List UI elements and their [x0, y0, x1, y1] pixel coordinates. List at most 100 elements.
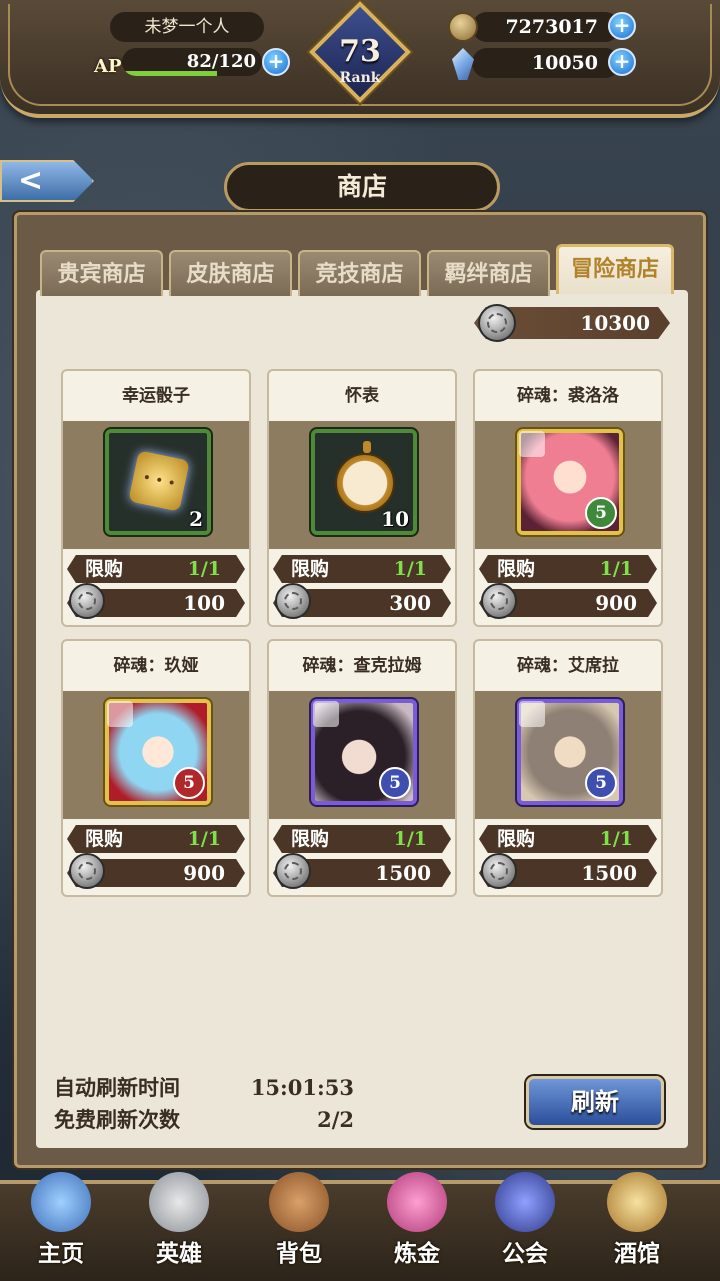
refresh-labels: 自动刷新时间 免费刷新次数: [54, 1072, 180, 1136]
purchase-limit: 限购 1/1: [479, 555, 657, 583]
add-gold-button[interactable]: +: [608, 12, 636, 40]
shop-item-card[interactable]: 碎魂：查克拉姆 5 限购 1/1 1500: [267, 639, 457, 897]
limit-label: 限购: [497, 558, 536, 580]
item-name: 怀表: [345, 386, 379, 406]
item-name: 碎魂：裘洛洛: [517, 386, 619, 406]
item-art: 5: [475, 691, 661, 819]
silver-coin-icon: [478, 304, 516, 342]
auto-refresh-label: 自动刷新时间: [54, 1076, 180, 1100]
nav-label: 背包: [276, 1241, 322, 1267]
tab-bond-shop[interactable]: 羁绊商店: [427, 250, 550, 296]
refresh-values: 15:01:53 2/2: [240, 1072, 354, 1136]
purchase-limit: 限购 1/1: [273, 555, 451, 583]
free-refresh-label: 免费刷新次数: [54, 1108, 180, 1132]
puzzle-piece-icon: [107, 701, 133, 727]
item-quantity: 5: [173, 767, 205, 799]
item-quantity: 5: [585, 767, 617, 799]
nav-guild[interactable]: 公会: [470, 1168, 580, 1281]
nav-alchemy[interactable]: 炼金: [362, 1168, 472, 1281]
ap-value: 82/120: [186, 51, 256, 72]
shop-item-card[interactable]: 碎魂：玖娅 5 限购 1/1 900: [61, 639, 251, 897]
puzzle-piece-icon: [519, 431, 545, 457]
nav-home[interactable]: 主页: [6, 1168, 116, 1281]
puzzle-piece-icon: [313, 701, 339, 727]
item-name: 幸运骰子: [122, 386, 190, 406]
limit-label: 限购: [497, 828, 536, 850]
item-frame: 2: [105, 429, 211, 535]
nav-label: 炼金: [394, 1241, 440, 1267]
silver-coin-icon: [275, 853, 311, 889]
gold-coin-icon: [448, 12, 478, 42]
item-name: 碎魂：玖娅: [113, 656, 199, 676]
item-frame: 5: [105, 699, 211, 805]
item-frame: 5: [517, 699, 623, 805]
purchase-limit: 限购 1/1: [67, 825, 245, 853]
silver-coin-icon: [481, 853, 517, 889]
item-quantity: 5: [585, 497, 617, 529]
castle-icon: [31, 1172, 91, 1232]
nav-label: 公会: [502, 1241, 548, 1267]
purchase-limit: 限购 1/1: [479, 825, 657, 853]
tab-arena-shop[interactable]: 竞技商店: [298, 250, 421, 296]
limit-value: 1/1: [187, 558, 221, 580]
silver-coin-icon: [69, 583, 105, 619]
pocket-watch-icon: [335, 441, 395, 513]
item-frame: 5: [517, 429, 623, 535]
refresh-button[interactable]: 刷新: [526, 1076, 664, 1128]
add-ap-button[interactable]: +: [262, 48, 290, 76]
purchase-limit: 限购 1/1: [273, 825, 451, 853]
shop-item-card[interactable]: 怀表 10 限购 1/1 300: [267, 369, 457, 627]
shop-tabs: 贵宾商店 皮肤商店 竞技商店 羁绊商店 冒险商店: [40, 244, 674, 296]
purchase-limit: 限购 1/1: [67, 555, 245, 583]
puzzle-piece-icon: [519, 701, 545, 727]
item-name: 碎魂：艾席拉: [517, 656, 619, 676]
ap-icon: AP: [94, 56, 122, 77]
backpack-icon: [269, 1172, 329, 1232]
dice-icon: [128, 450, 190, 512]
item-art: 5: [269, 691, 455, 819]
silver-coin-icon: [481, 583, 517, 619]
rank-label: Rank: [339, 70, 381, 86]
nav-label: 酒馆: [614, 1241, 660, 1267]
auto-refresh-time: 15:01:53: [250, 1075, 354, 1100]
tab-vip-shop[interactable]: 贵宾商店: [40, 250, 163, 296]
nav-heroes[interactable]: 英雄: [124, 1168, 234, 1281]
item-name: 碎魂：查克拉姆: [302, 656, 422, 676]
limit-value: 1/1: [393, 558, 427, 580]
helmet-icon: [149, 1172, 209, 1232]
page-title: 商店: [224, 162, 500, 212]
add-gem-button[interactable]: +: [608, 48, 636, 76]
shop-item-card[interactable]: 碎魂：艾席拉 5 限购 1/1 1500: [473, 639, 663, 897]
item-art: 2: [63, 421, 249, 549]
potion-icon: [387, 1172, 447, 1232]
item-art: 5: [475, 421, 661, 549]
nav-backpack[interactable]: 背包: [244, 1168, 354, 1281]
limit-label: 限购: [291, 828, 330, 850]
item-quantity: 10: [381, 507, 409, 531]
item-art: 10: [269, 421, 455, 549]
rank-level: 73: [339, 34, 381, 69]
item-quantity: 5: [379, 767, 411, 799]
limit-value: 1/1: [393, 828, 427, 850]
gold-amount: 7273017: [472, 12, 620, 42]
limit-value: 1/1: [599, 828, 633, 850]
nav-tavern[interactable]: 酒馆: [582, 1168, 692, 1281]
silver-coin-icon: [69, 853, 105, 889]
tab-adventure-shop[interactable]: 冒险商店: [556, 244, 674, 294]
shop-item-card[interactable]: 碎魂：裘洛洛 5 限购 1/1 900: [473, 369, 663, 627]
free-refresh-count: 2/2: [317, 1107, 354, 1132]
tab-skin-shop[interactable]: 皮肤商店: [169, 250, 292, 296]
shop-item-card[interactable]: 幸运骰子 2 限购 1/1 100: [61, 369, 251, 627]
rank-badge: 73 Rank: [309, 1, 411, 106]
gem-amount: 10050: [472, 48, 620, 78]
silver-coin-icon: [275, 583, 311, 619]
nav-label: 英雄: [156, 1241, 202, 1267]
item-art: 5: [63, 691, 249, 819]
player-name: 未梦一个人: [110, 12, 264, 42]
item-frame: 5: [311, 699, 417, 805]
limit-label: 限购: [85, 828, 124, 850]
limit-label: 限购: [85, 558, 124, 580]
limit-label: 限购: [291, 558, 330, 580]
limit-value: 1/1: [599, 558, 633, 580]
item-quantity: 2: [189, 507, 203, 531]
